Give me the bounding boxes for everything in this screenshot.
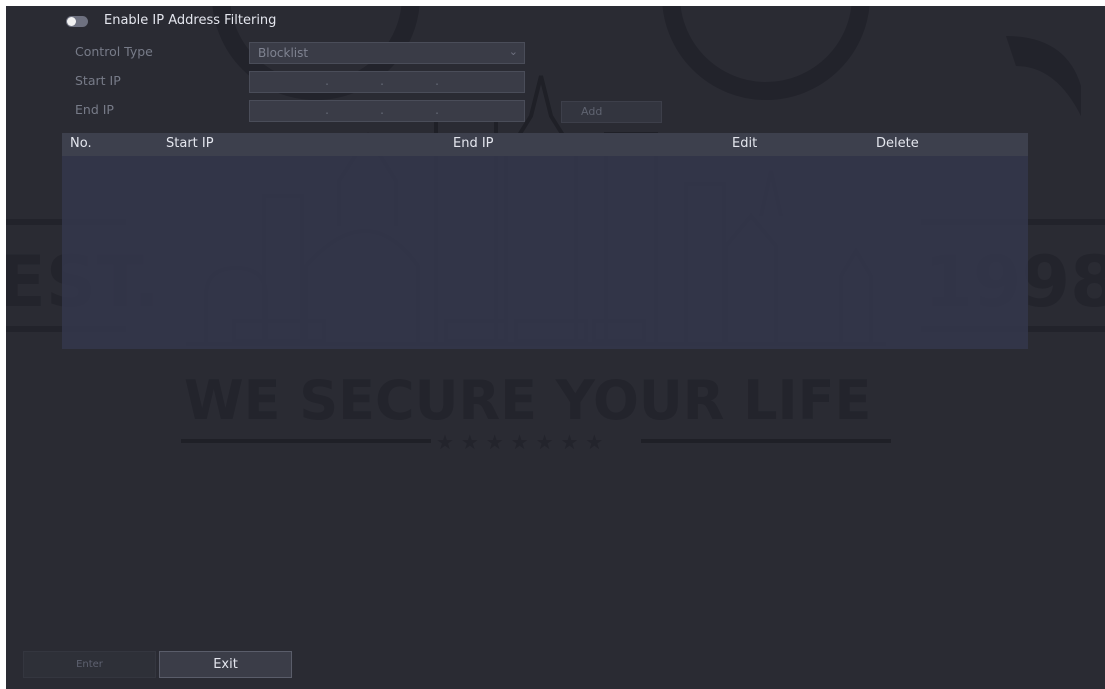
watermark-c-shape	[1006, 36, 1081, 116]
column-header-no: No.	[70, 136, 92, 151]
add-button[interactable]: Add	[561, 101, 662, 123]
start-ip-input[interactable]: ...	[249, 71, 525, 93]
chevron-down-icon: ⌄	[508, 45, 518, 58]
watermark-slogan: WE SECURE YOUR LIFE	[184, 369, 871, 432]
exit-button-label: Exit	[213, 657, 238, 672]
control-type-select[interactable]: Blocklist ⌄	[249, 42, 525, 64]
control-type-label: Control Type	[75, 44, 153, 59]
enable-filter-label: Enable IP Address Filtering	[104, 13, 277, 28]
ip-table-body	[62, 156, 1028, 349]
control-type-value: Blocklist	[258, 46, 309, 60]
column-header-delete: Delete	[876, 136, 919, 151]
start-ip-separators: ...	[325, 74, 440, 88]
ip-table-header: No. Start IP End IP Edit Delete	[62, 133, 1028, 156]
column-header-edit: Edit	[732, 136, 758, 151]
column-header-end-ip: End IP	[453, 136, 494, 151]
end-ip-input[interactable]: ...	[249, 100, 525, 122]
watermark-stars: ★ ★ ★ ★ ★ ★ ★	[436, 430, 603, 454]
start-ip-label: Start IP	[75, 73, 121, 88]
end-ip-label: End IP	[75, 102, 114, 117]
column-header-start-ip: Start IP	[166, 136, 214, 151]
end-ip-separators: ...	[325, 103, 440, 117]
enable-filter-toggle[interactable]	[66, 16, 88, 27]
exit-button[interactable]: Exit	[159, 651, 292, 678]
watermark-logo-right	[662, 6, 870, 100]
add-button-label: Add	[581, 105, 603, 118]
ip-filter-page: EST. 1998 WE SECURE YOUR LIFE ★ ★ ★ ★ ★ …	[6, 6, 1105, 689]
enter-button[interactable]: Enter	[23, 651, 156, 678]
enter-button-label: Enter	[76, 659, 103, 670]
